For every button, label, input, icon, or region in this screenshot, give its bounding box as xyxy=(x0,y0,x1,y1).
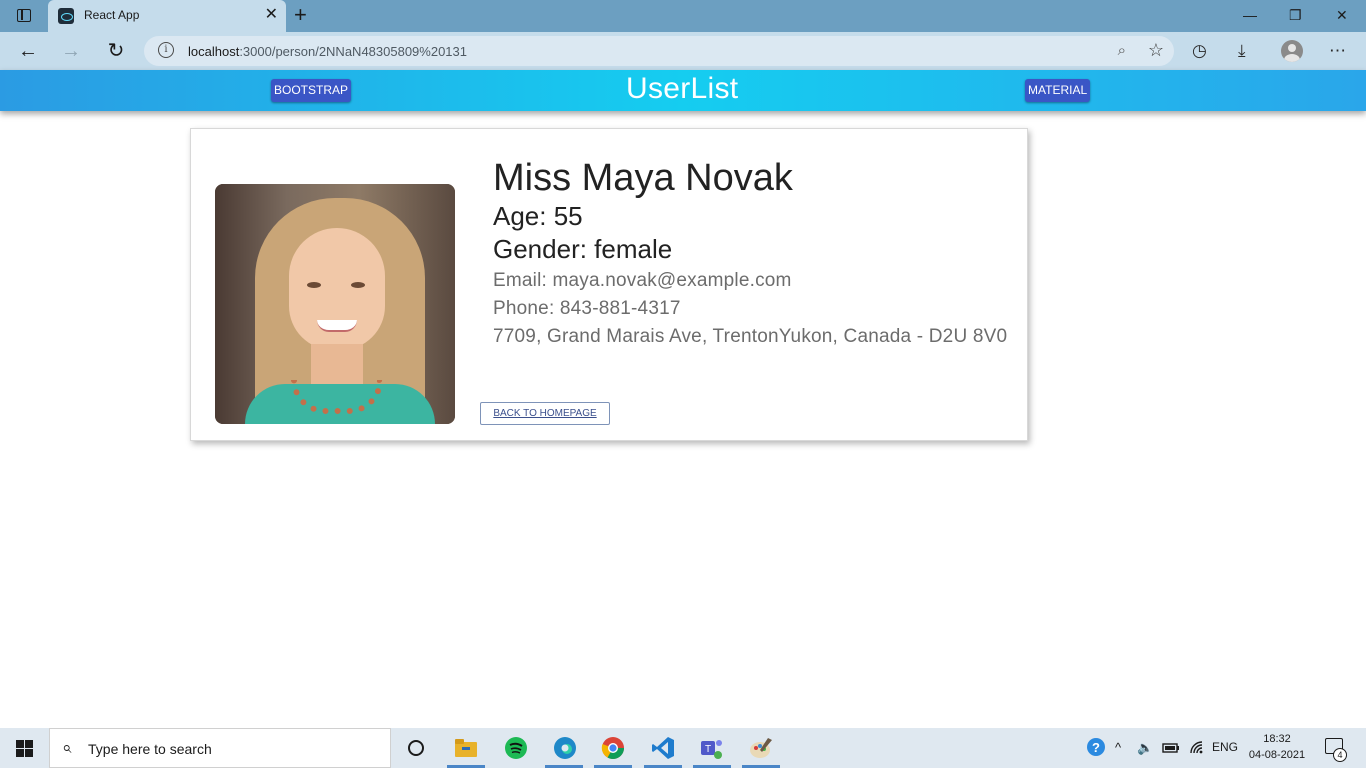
material-button[interactable]: MATERIAL xyxy=(1025,79,1091,102)
profile-avatar-icon[interactable] xyxy=(1281,40,1303,62)
cortana-icon[interactable] xyxy=(408,740,424,756)
person-card: Miss Maya Novak Age: 55 Gender: female E… xyxy=(190,128,1028,441)
taskbar-search-box[interactable]: ⌕ Type here to search xyxy=(49,728,391,768)
browser-tab-active[interactable]: React App ✕ xyxy=(48,0,286,32)
person-phone: Phone: 843-881-4317 xyxy=(493,298,681,319)
address-bar[interactable]: i localhost:3000/person/2NNaN48305809%20… xyxy=(144,36,1174,66)
person-email: Email: maya.novak@example.com xyxy=(493,270,792,291)
minimize-button[interactable]: — xyxy=(1243,4,1257,26)
react-favicon-icon xyxy=(58,8,74,24)
reload-button[interactable]: ↻ xyxy=(103,38,129,64)
tab-title: React App xyxy=(84,8,140,22)
notification-count-badge: 4 xyxy=(1333,748,1347,762)
chevron-up-icon[interactable]: ^ xyxy=(1115,740,1121,755)
svg-text:T: T xyxy=(705,744,711,755)
search-placeholder: Type here to search xyxy=(88,741,212,757)
svg-text:?: ? xyxy=(1092,740,1100,755)
new-tab-button[interactable]: + xyxy=(294,3,307,27)
volume-icon[interactable]: 🔈 xyxy=(1137,740,1153,756)
url-path: :3000/person/2NNaN48305809%20131 xyxy=(239,44,467,59)
edge-icon[interactable] xyxy=(552,735,578,761)
windows-start-icon[interactable] xyxy=(16,740,33,757)
bootstrap-button[interactable]: BOOTSTRAP xyxy=(271,79,352,102)
tab-close-icon[interactable]: ✕ xyxy=(265,6,278,24)
app-header: BOOTSTRAP UserList MATERIAL xyxy=(0,70,1366,111)
add-favorite-icon[interactable]: ☆ xyxy=(1148,40,1164,61)
person-photo xyxy=(215,184,455,424)
browser-toolbar: ← → ↻ i localhost:3000/person/2NNaN48305… xyxy=(0,32,1366,70)
windows-taskbar: ⌕ Type here to search T ? ^ 🔈 ENG 18:32 xyxy=(0,728,1366,768)
help-icon[interactable]: ? xyxy=(1086,737,1106,757)
chrome-icon[interactable] xyxy=(600,735,626,761)
tab-actions-icon[interactable] xyxy=(10,6,38,26)
taskbar-clock[interactable]: 18:32 04-08-2021 xyxy=(1246,731,1308,763)
clock-date: 04-08-2021 xyxy=(1248,749,1306,761)
restore-button[interactable]: ❐ xyxy=(1289,4,1302,26)
url-text[interactable]: localhost:3000/person/2NNaN48305809%2013… xyxy=(188,44,467,59)
wifi-icon[interactable] xyxy=(1189,740,1205,756)
zoom-icon[interactable]: ⌕ xyxy=(1118,42,1126,59)
more-menu-icon[interactable]: ⋯ xyxy=(1329,40,1346,62)
clock-time: 18:32 xyxy=(1263,733,1291,745)
history-icon[interactable]: ◷ xyxy=(1192,40,1207,62)
back-to-homepage-button[interactable]: BACK TO HOMEPAGE xyxy=(480,402,610,425)
vscode-icon[interactable] xyxy=(650,735,676,761)
person-name: Miss Maya Novak xyxy=(493,157,793,199)
person-age: Age: 55 xyxy=(493,201,583,231)
url-host: localhost xyxy=(188,44,240,59)
file-explorer-icon[interactable] xyxy=(453,735,479,761)
battery-icon[interactable] xyxy=(1162,742,1180,754)
browser-tab-strip: React App ✕ + — ❐ ✕ xyxy=(0,0,1366,32)
teams-icon[interactable]: T xyxy=(699,735,725,761)
search-icon: ⌕ xyxy=(62,738,72,757)
downloads-icon[interactable]: ⤓ xyxy=(1238,40,1246,62)
spotify-icon[interactable] xyxy=(503,735,529,761)
person-address: 7709, Grand Marais Ave, TrentonYukon, Ca… xyxy=(493,326,1008,347)
site-info-icon[interactable]: i xyxy=(158,42,174,58)
paint-icon[interactable] xyxy=(748,735,774,761)
language-indicator[interactable]: ENG xyxy=(1212,740,1238,754)
app-logo: UserList xyxy=(626,72,739,105)
forward-button[interactable]: → xyxy=(58,38,84,64)
person-gender: Gender: female xyxy=(493,234,673,264)
back-button[interactable]: ← xyxy=(15,38,41,64)
window-close-button[interactable]: ✕ xyxy=(1336,4,1348,26)
